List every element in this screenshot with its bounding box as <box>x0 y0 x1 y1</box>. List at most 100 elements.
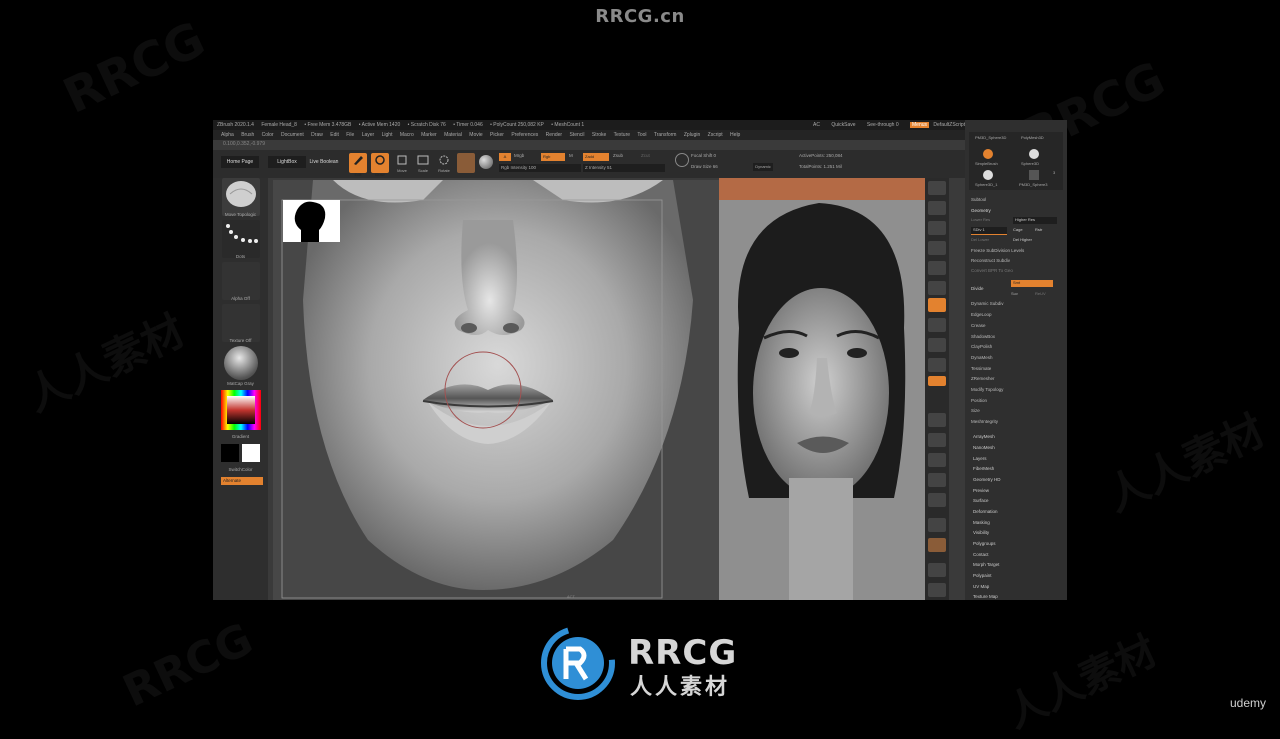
pm3d-sphere-icon[interactable] <box>1029 170 1039 180</box>
reuv-toggle[interactable]: ReUV <box>1035 291 1046 296</box>
menu-file[interactable]: File <box>346 132 354 138</box>
menu-render[interactable]: Render <box>546 132 562 138</box>
rotate-button[interactable]: Rotate <box>435 153 453 173</box>
lightbox-button[interactable]: LightBox <box>268 156 306 168</box>
geo-item[interactable]: DynaMesh <box>971 355 993 360</box>
alternate-button[interactable]: Alternate <box>221 477 263 485</box>
aahalf-button[interactable] <box>928 281 946 295</box>
geo-item[interactable]: Size <box>971 408 980 413</box>
menu-marker[interactable]: Marker <box>421 132 437 138</box>
bpr-button[interactable] <box>928 181 946 195</box>
scroll-button[interactable] <box>928 221 946 235</box>
freeze-subdivision-button[interactable]: Freeze SubDivision Levels <box>971 248 1024 253</box>
move-view-button[interactable] <box>928 433 946 447</box>
dynamic-toggle[interactable]: Dynamic <box>753 163 773 171</box>
menu-alpha[interactable]: Alpha <box>221 132 234 138</box>
del-lower-button[interactable]: Del Lower <box>971 237 989 242</box>
sphere-icon[interactable] <box>479 155 493 169</box>
menu-edit[interactable]: Edit <box>330 132 339 138</box>
tool-item[interactable]: ArrayMesh <box>973 434 995 439</box>
suv-toggle[interactable]: Suv <box>1011 291 1018 296</box>
geo-item[interactable]: Dynamic Subdiv <box>971 301 1004 306</box>
menu-transform[interactable]: Transform <box>654 132 677 138</box>
menu-movie[interactable]: Movie <box>469 132 482 138</box>
color-square[interactable] <box>227 396 255 424</box>
menu-light[interactable]: Light <box>382 132 393 138</box>
geo-item[interactable]: ShadowBox <box>971 334 995 339</box>
zadd-toggle[interactable]: Zadd <box>583 153 609 161</box>
qxyz-button[interactable] <box>928 376 946 386</box>
live-boolean-button[interactable]: Live Boolean <box>305 156 343 168</box>
tool-item[interactable]: FiberMesh <box>973 466 994 471</box>
geo-item[interactable]: ClayPolish <box>971 344 992 349</box>
tool-item[interactable]: Polygroups <box>973 541 996 546</box>
tool-label[interactable]: PM3D_Sphere3 <box>1019 182 1047 187</box>
transp-button[interactable] <box>928 538 946 552</box>
menu-material[interactable]: Material <box>444 132 462 138</box>
tool-item[interactable]: Surface <box>973 498 989 503</box>
tool-item[interactable]: Contact <box>973 552 989 557</box>
rgb-intensity-slider[interactable]: Rgb Intensity 100 <box>499 164 581 172</box>
geo-item[interactable]: Modify Topology <box>971 387 1003 392</box>
menu-macro[interactable]: Macro <box>400 132 414 138</box>
mrgb-toggle[interactable]: Mrgb <box>514 153 524 158</box>
geo-item[interactable]: Position <box>971 398 987 403</box>
geo-item[interactable]: Crease <box>971 323 986 328</box>
menu-color[interactable]: Color <box>262 132 274 138</box>
secondary-color[interactable] <box>221 444 239 462</box>
alpha-thumbnail[interactable] <box>222 262 260 300</box>
silhouette-thumbnail[interactable] <box>283 200 340 242</box>
lower-res-button[interactable]: Lower Res <box>971 217 1013 224</box>
canvas-viewport[interactable] <box>273 180 719 600</box>
tool-item[interactable]: Morph Target <box>973 562 999 567</box>
local-button[interactable] <box>928 338 946 352</box>
tool-label[interactable]: PM3D_Sphere3D <box>975 135 1006 140</box>
menus-toggle[interactable]: Menus <box>910 122 930 128</box>
geo-item[interactable]: Tessimate <box>971 366 991 371</box>
draw-button[interactable]: Draw <box>371 153 389 177</box>
menu-zplugin[interactable]: Zplugin <box>684 132 700 138</box>
menu-layer[interactable]: Layer <box>362 132 375 138</box>
draw-size-slider[interactable]: Draw Size 66 <box>691 164 751 172</box>
tool-item[interactable]: Texture Map <box>973 594 998 599</box>
floor-button[interactable] <box>928 318 946 332</box>
tool-label[interactable]: PolyMesh3D <box>1021 135 1044 140</box>
sphere3d-icon[interactable] <box>1029 149 1039 159</box>
tool-item[interactable]: Geometry HD <box>973 477 1001 482</box>
menu-zscript[interactable]: Zscript <box>708 132 723 138</box>
menu-tool[interactable]: Tool <box>637 132 646 138</box>
del-higher-button[interactable]: Del Higher <box>1013 237 1032 242</box>
bottom-tray-label[interactable]: ACT <box>567 594 575 599</box>
sdiv-slider[interactable]: SDiv 1 <box>971 227 1007 235</box>
default-zscript-button[interactable]: DefaultZScript <box>933 122 965 128</box>
tool-item[interactable]: UV Map <box>973 584 989 589</box>
geo-item[interactable]: ZRemesher <box>971 376 995 381</box>
material-swatch[interactable] <box>457 153 475 173</box>
menu-brush[interactable]: Brush <box>241 132 254 138</box>
quicksave-button[interactable]: QuickSave <box>831 122 855 128</box>
lsym-button[interactable] <box>928 358 946 372</box>
tool-item[interactable]: Masking <box>973 520 990 525</box>
xpose-button[interactable] <box>928 583 946 597</box>
zoom-button[interactable] <box>928 241 946 255</box>
menu-help[interactable]: Help <box>730 132 740 138</box>
polyf-button[interactable] <box>928 518 946 532</box>
frame-button[interactable] <box>928 413 946 427</box>
main-color[interactable] <box>242 444 260 462</box>
tool-item[interactable]: Visibility <box>973 530 989 535</box>
tool-label[interactable]: SimpleBrush <box>975 161 998 166</box>
actual-button[interactable] <box>928 261 946 275</box>
tool-item[interactable]: Deformation <box>973 509 998 514</box>
texture-thumbnail[interactable] <box>222 304 260 342</box>
geo-item[interactable]: MeshIntegrity <box>971 419 998 424</box>
tool-label[interactable]: Sphere3D_1 <box>975 182 997 187</box>
menu-picker[interactable]: Picker <box>490 132 504 138</box>
line-fill-button[interactable] <box>928 493 946 507</box>
move-button[interactable]: Move <box>393 153 411 173</box>
tool-item[interactable]: NanoMesh <box>973 445 995 450</box>
scale-view-button[interactable] <box>928 453 946 467</box>
menu-preferences[interactable]: Preferences <box>511 132 538 138</box>
tool-label[interactable]: Sphere3D <box>1021 161 1039 166</box>
higher-res-button[interactable]: Higher Res <box>1013 217 1057 224</box>
tool-item[interactable]: Preview <box>973 488 989 493</box>
